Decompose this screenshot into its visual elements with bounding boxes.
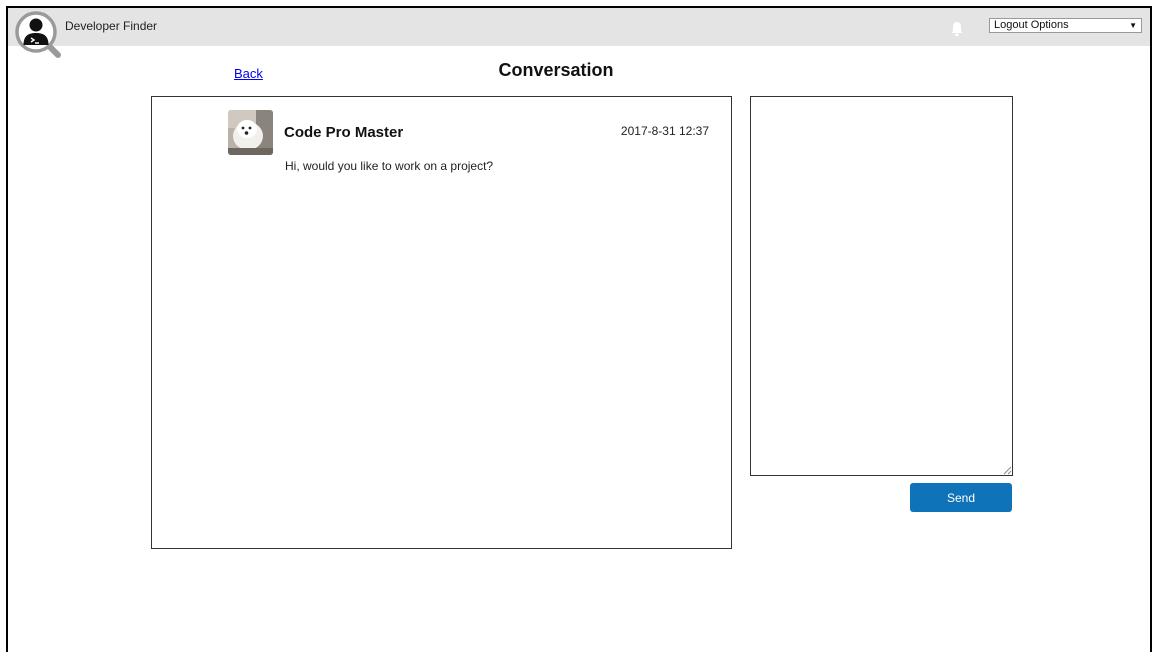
developer-finder-logo-icon xyxy=(15,11,61,58)
reply-textarea[interactable] xyxy=(750,96,1013,476)
logout-options-select[interactable]: Logout Options ▼ xyxy=(989,18,1142,33)
avatar xyxy=(228,110,273,155)
message-timestamp: 2017-8-31 12:37 xyxy=(620,124,709,138)
page-title: Conversation xyxy=(498,60,614,80)
bell-icon[interactable] xyxy=(950,21,964,37)
message-sender: Code Pro Master xyxy=(284,124,404,141)
message-text: Hi, would you like to work on a project? xyxy=(285,159,494,173)
logout-options-value: Logout Options xyxy=(994,19,1069,31)
app-title: Developer Finder xyxy=(65,19,158,33)
top-bar: Developer Finder Logout Options ▼ xyxy=(8,8,1150,46)
conversation-panel: Code Pro Master 2017-8-31 12:37 Hi, woul… xyxy=(151,96,732,549)
chevron-down-icon: ▼ xyxy=(1129,21,1137,30)
app-window: Developer Finder Logout Options ▼ Back C… xyxy=(6,6,1152,652)
send-button[interactable]: Send xyxy=(910,483,1012,512)
resize-handle-icon[interactable] xyxy=(1003,466,1012,475)
